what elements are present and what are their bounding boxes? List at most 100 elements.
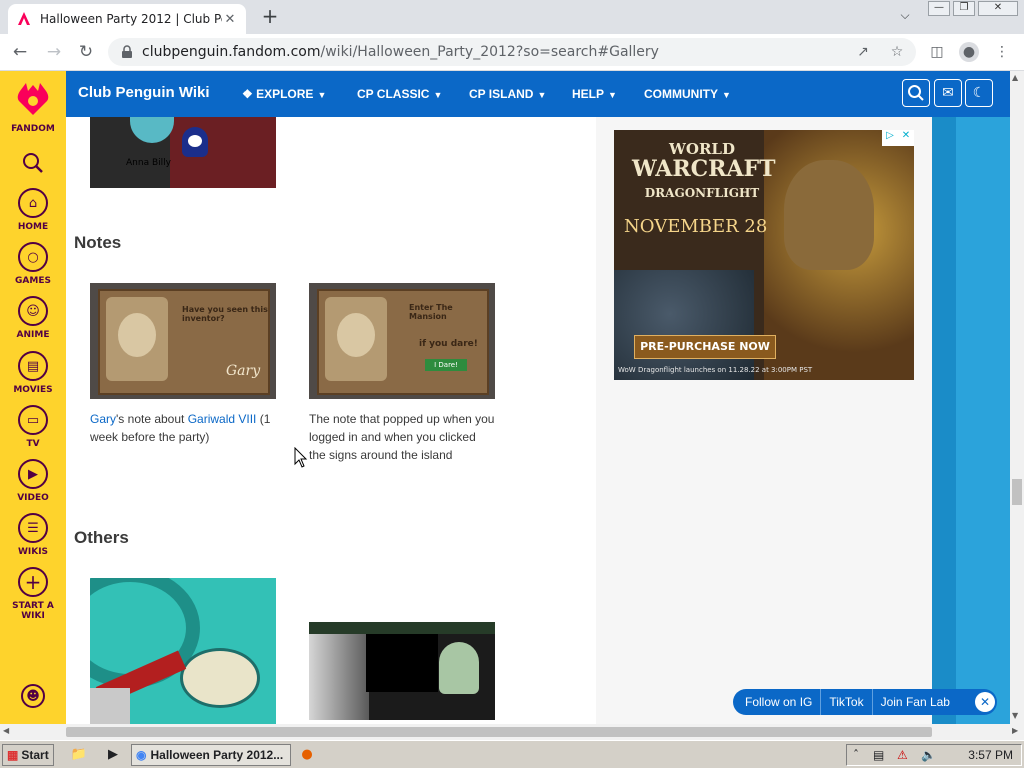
forward-arrow-icon[interactable]: →: [42, 40, 66, 64]
gariwald-link[interactable]: Gariwald VIII: [188, 412, 257, 426]
restore-button[interactable]: ❐: [953, 1, 975, 16]
back-arrow-icon[interactable]: ←: [8, 40, 32, 64]
fandom-heart-icon: [17, 83, 49, 115]
scroll-up-arrow-icon[interactable]: ▲: [1012, 73, 1018, 82]
quicklaunch-explorer-icon[interactable]: 📁: [70, 746, 88, 764]
firefox-icon[interactable]: ●: [298, 746, 316, 764]
fandom-logo[interactable]: FANDOM: [0, 77, 66, 134]
address-bar[interactable]: clubpenguin.fandom.com/wiki/Halloween_Pa…: [108, 38, 916, 66]
minimize-button[interactable]: —: [928, 1, 950, 16]
join-fan-lab-link[interactable]: Join Fan Lab: [881, 695, 950, 709]
rail-item-movies[interactable]: ▤ MOVIES: [0, 351, 66, 395]
follow-ig-link[interactable]: Follow on IG: [745, 695, 812, 709]
anime-face-icon: ☺: [18, 296, 48, 326]
nav-help[interactable]: HELP ▼: [572, 87, 617, 101]
share-icon[interactable]: ↗: [852, 41, 874, 63]
browser-tab[interactable]: Halloween Party 2012 | Club Pengui ✕: [8, 4, 246, 34]
horizontal-scrollbar[interactable]: ◀ ▶: [0, 724, 1024, 740]
bookmark-star-icon[interactable]: ☆: [886, 41, 908, 63]
rail-item-tv[interactable]: ▭ TV: [0, 405, 66, 449]
start-button[interactable]: ▦ Start: [2, 744, 54, 766]
scroll-right-arrow-icon[interactable]: ▶: [1012, 726, 1018, 735]
nav-cp-classic[interactable]: CP CLASSIC ▼: [357, 87, 442, 101]
close-social-icon[interactable]: ✕: [975, 692, 995, 712]
tray-expand-icon[interactable]: ˆ: [853, 748, 859, 762]
windows-taskbar: ▦ Start 📁 ▶ ◉ Halloween Party 2012... ● ˆ …: [0, 740, 1024, 768]
close-window-button[interactable]: ✕: [978, 1, 1018, 16]
rail-item-label: GAMES: [15, 276, 51, 286]
browser-menu-icon[interactable]: ⋮: [990, 40, 1014, 64]
ad-line3: DRAGONFLIGHT: [644, 186, 760, 200]
fandom-favicon-icon: [18, 12, 30, 25]
scroll-left-arrow-icon[interactable]: ◀: [3, 726, 9, 735]
note-image-signature: Gary: [226, 363, 261, 379]
network-icon[interactable]: ▤: [873, 748, 884, 762]
tv-icon: ▭: [18, 405, 48, 435]
rail-item-label: VIDEO: [17, 493, 49, 503]
rail-item-label: ANIME: [16, 330, 50, 340]
wiki-name[interactable]: Club Penguin Wiki: [78, 84, 210, 101]
rail-item-label: TV: [26, 439, 40, 449]
clock[interactable]: 3:57 PM: [968, 748, 1013, 762]
browser-tab-strip: Halloween Party 2012 | Club Pengui ✕ + ⌵…: [0, 0, 1024, 34]
scroll-down-arrow-icon[interactable]: ▼: [1012, 711, 1018, 720]
theme-toggle-button[interactable]: ☾: [965, 79, 993, 107]
gallery-image-ghost[interactable]: [309, 622, 495, 720]
wiki-search-button[interactable]: [902, 79, 930, 107]
windows-logo-icon: ▦: [7, 748, 19, 762]
scrollbar-thumb[interactable]: [1012, 479, 1022, 505]
start-label: Start: [21, 748, 49, 762]
section-heading-notes: Notes: [74, 233, 122, 252]
caption-gary-note: Gary's note about Gariwald VIII (1 week …: [90, 410, 280, 446]
discussions-button[interactable]: ✉: [934, 79, 962, 107]
caret-down-icon: ▼: [537, 90, 547, 100]
chrome-icon: ◉: [136, 748, 147, 762]
rail-item-games[interactable]: ○ GAMES: [0, 242, 66, 286]
rail-item-video[interactable]: ▶ VIDEO: [0, 459, 66, 503]
profile-avatar-icon[interactable]: ●: [957, 40, 981, 64]
ad-banner-warcraft[interactable]: WORLD WARCRAFT DRAGONFLIGHT NOVEMBER 28 …: [614, 130, 914, 380]
reload-icon[interactable]: ↻: [74, 40, 98, 64]
vertical-scrollbar[interactable]: ▲ ▼: [1010, 71, 1024, 724]
rail-user-button[interactable]: ☻: [0, 684, 66, 708]
ad-line2: WARCRAFT: [632, 156, 776, 182]
note-image-button: I Dare!: [425, 359, 467, 371]
task-label: Halloween Party 2012...: [150, 748, 284, 762]
side-panel-icon[interactable]: ◫: [925, 40, 949, 64]
security-alert-icon[interactable]: ⚠: [897, 748, 908, 762]
caret-down-icon: ▼: [433, 90, 443, 100]
tab-title: Halloween Party 2012 | Club Pengui: [40, 12, 222, 26]
adchoices-badge[interactable]: ▷ ✕: [882, 130, 914, 146]
tiktok-link[interactable]: TikTok: [829, 695, 863, 709]
gallery-image-party[interactable]: Anna Billy: [90, 117, 276, 188]
ad-close-icon[interactable]: ✕: [898, 130, 914, 146]
taskbar-chrome-window[interactable]: ◉ Halloween Party 2012...: [131, 744, 291, 766]
social-follow-bar: Follow on IG TikTok Join Fan Lab ✕: [733, 689, 997, 715]
book-icon: ☰: [18, 513, 48, 543]
note-image-line: if you dare!: [419, 339, 478, 349]
rail-item-home[interactable]: ⌂ HOME: [0, 188, 66, 232]
lock-icon: [122, 45, 132, 58]
gallery-image-mansion-note[interactable]: Enter The Mansion if you dare! I Dare!: [309, 283, 495, 399]
gamepad-icon: ○: [18, 242, 48, 272]
nav-explore[interactable]: ❖ EXPLORE ▼: [242, 87, 326, 101]
ad-cta-button[interactable]: PRE-PURCHASE NOW: [634, 335, 776, 359]
gary-link[interactable]: Gary: [90, 412, 116, 426]
rail-item-anime[interactable]: ☺ ANIME: [0, 296, 66, 340]
nav-cp-island[interactable]: CP ISLAND ▼: [469, 87, 546, 101]
hscrollbar-thumb[interactable]: [66, 727, 932, 737]
new-tab-button[interactable]: +: [258, 6, 282, 28]
wiki-header: Club Penguin Wiki ❖ EXPLORE ▼ CP CLASSIC ▼…: [66, 71, 1010, 117]
article-content: Anna Billy Notes Have you seen this inve…: [66, 117, 596, 724]
rail-search-icon[interactable]: [0, 151, 66, 178]
note-image-heading: Enter The Mansion: [409, 303, 453, 321]
volume-icon[interactable]: 🔈: [921, 748, 936, 762]
rail-item-wikis[interactable]: ☰ WIKIS: [0, 513, 66, 557]
nav-community[interactable]: COMMUNITY ▼: [644, 87, 731, 101]
quicklaunch-media-icon[interactable]: ▶: [104, 746, 122, 764]
gallery-image-gary-note[interactable]: Have you seen this inventor? Gary: [90, 283, 276, 399]
tab-search-chevron-icon[interactable]: ⌵: [895, 8, 915, 26]
tab-close-icon[interactable]: ✕: [222, 12, 238, 27]
rail-item-start-wiki[interactable]: + START A WIKI: [0, 567, 66, 621]
gallery-image-guitar[interactable]: [90, 578, 276, 724]
